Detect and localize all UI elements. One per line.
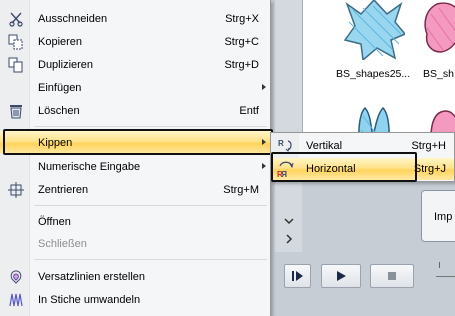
menu-item-kippen[interactable]: Kippen <box>0 131 271 154</box>
menu-separator <box>34 205 267 206</box>
menu-item-label: In Stiche umwandeln <box>38 293 141 306</box>
submenu-item-horizontal[interactable]: R R Horizontal Strg+J <box>272 158 454 180</box>
menu-item-oeffnen[interactable]: Öffnen <box>0 210 271 233</box>
menu-item-label: Löschen <box>38 104 80 117</box>
submenu-item-shortcut: Strg+J <box>413 163 446 175</box>
chevron-right-icon[interactable] <box>282 234 296 248</box>
menu-item-schliessen[interactable]: Schließen <box>0 232 271 255</box>
svg-text:R: R <box>278 139 284 148</box>
menu-item-label: Schließen <box>38 237 87 250</box>
stop-button[interactable] <box>370 264 414 288</box>
menu-item-shortcut: Strg+M <box>223 183 259 196</box>
submenu-item-label: Vertikal <box>306 140 343 152</box>
menu-item-ausschneiden[interactable]: Ausschneiden Strg+X <box>0 7 271 30</box>
svg-text:R: R <box>281 170 287 178</box>
submenu-arrow-icon <box>262 84 266 90</box>
menu-item-shortcut: Strg+D <box>224 58 259 71</box>
shape-label-2: BS_sh <box>423 68 454 80</box>
shape-thumbnail-blue[interactable] <box>343 0 419 66</box>
menu-item-label: Kopieren <box>38 35 83 48</box>
menu-item-shortcut: Entf <box>239 104 259 117</box>
menu-separator <box>34 259 267 260</box>
cloud-shape <box>424 2 455 53</box>
menu-item-label: Einfügen <box>38 81 82 94</box>
import-button-label: Imp <box>434 211 453 223</box>
menu-item-label: Duplizieren <box>38 58 94 71</box>
submenu-arrow-icon <box>262 163 266 169</box>
menu-item-label: Öffnen <box>38 215 71 228</box>
kippen-submenu: R Vertikal Strg+H R R Horizontal Strg+J <box>270 132 455 182</box>
context-menu: Ausschneiden Strg+X Kopieren Strg+C Dupl… <box>0 0 273 316</box>
menu-item-label: Zentrieren <box>38 183 89 196</box>
convert-stitches-icon <box>7 291 25 309</box>
trash-icon <box>7 102 25 120</box>
submenu-arrow-icon <box>262 139 266 145</box>
stop-icon <box>388 272 396 280</box>
menu-item-in-stiche-umwandeln[interactable]: In Stiche umwandeln <box>0 288 271 311</box>
flip-horizontal-icon: R R <box>276 160 296 178</box>
step-forward-button[interactable] <box>284 264 311 288</box>
offset-lines-icon <box>7 268 25 286</box>
menu-item-einfuegen[interactable]: Einfügen <box>0 76 271 99</box>
menu-item-label: Numerische Eingabe <box>38 160 141 173</box>
chevron-down-icon[interactable] <box>282 216 296 230</box>
shape-thumbnail-pink[interactable] <box>423 0 455 66</box>
menu-item-zentrieren[interactable]: Zentrieren Strg+M <box>0 178 271 201</box>
import-button[interactable]: Imp <box>421 190 455 242</box>
menu-item-numerische-eingabe[interactable]: Numerische Eingabe <box>0 155 271 178</box>
menu-item-loeschen[interactable]: Löschen Entf <box>0 99 271 122</box>
star-burst-shape <box>343 0 407 62</box>
slider-tick <box>439 262 440 268</box>
play-button[interactable] <box>321 264 361 288</box>
menu-item-versatzlinien[interactable]: Versatzlinien erstellen <box>0 265 271 288</box>
shape-label-1: BS_shapes25... <box>336 68 411 80</box>
center-icon <box>7 181 25 199</box>
speed-slider[interactable] <box>436 276 455 277</box>
submenu-item-vertikal[interactable]: R Vertikal Strg+H <box>272 135 454 157</box>
menu-item-label: Ausschneiden <box>38 12 108 25</box>
flip-vertical-icon: R <box>276 137 296 155</box>
menu-item-duplizieren[interactable]: Duplizieren Strg+D <box>0 53 271 76</box>
scissors-icon <box>7 10 25 28</box>
duplicate-icon <box>7 56 25 74</box>
menu-item-label: Kippen <box>38 136 73 149</box>
menu-item-label: Versatzlinien erstellen <box>38 270 146 283</box>
menu-item-shortcut: Strg+C <box>224 35 259 48</box>
menu-item-shortcut: Strg+X <box>225 12 259 25</box>
submenu-item-shortcut: Strg+H <box>411 140 446 152</box>
step-forward-icon <box>291 271 303 281</box>
menu-item-kopieren[interactable]: Kopieren Strg+C <box>0 30 271 53</box>
copy-icon <box>7 33 25 51</box>
menu-separator <box>34 126 267 127</box>
play-icon <box>337 271 346 281</box>
submenu-item-label: Horizontal <box>306 163 356 175</box>
shape-gallery: BS_shapes25... BS_sh <box>302 0 455 151</box>
